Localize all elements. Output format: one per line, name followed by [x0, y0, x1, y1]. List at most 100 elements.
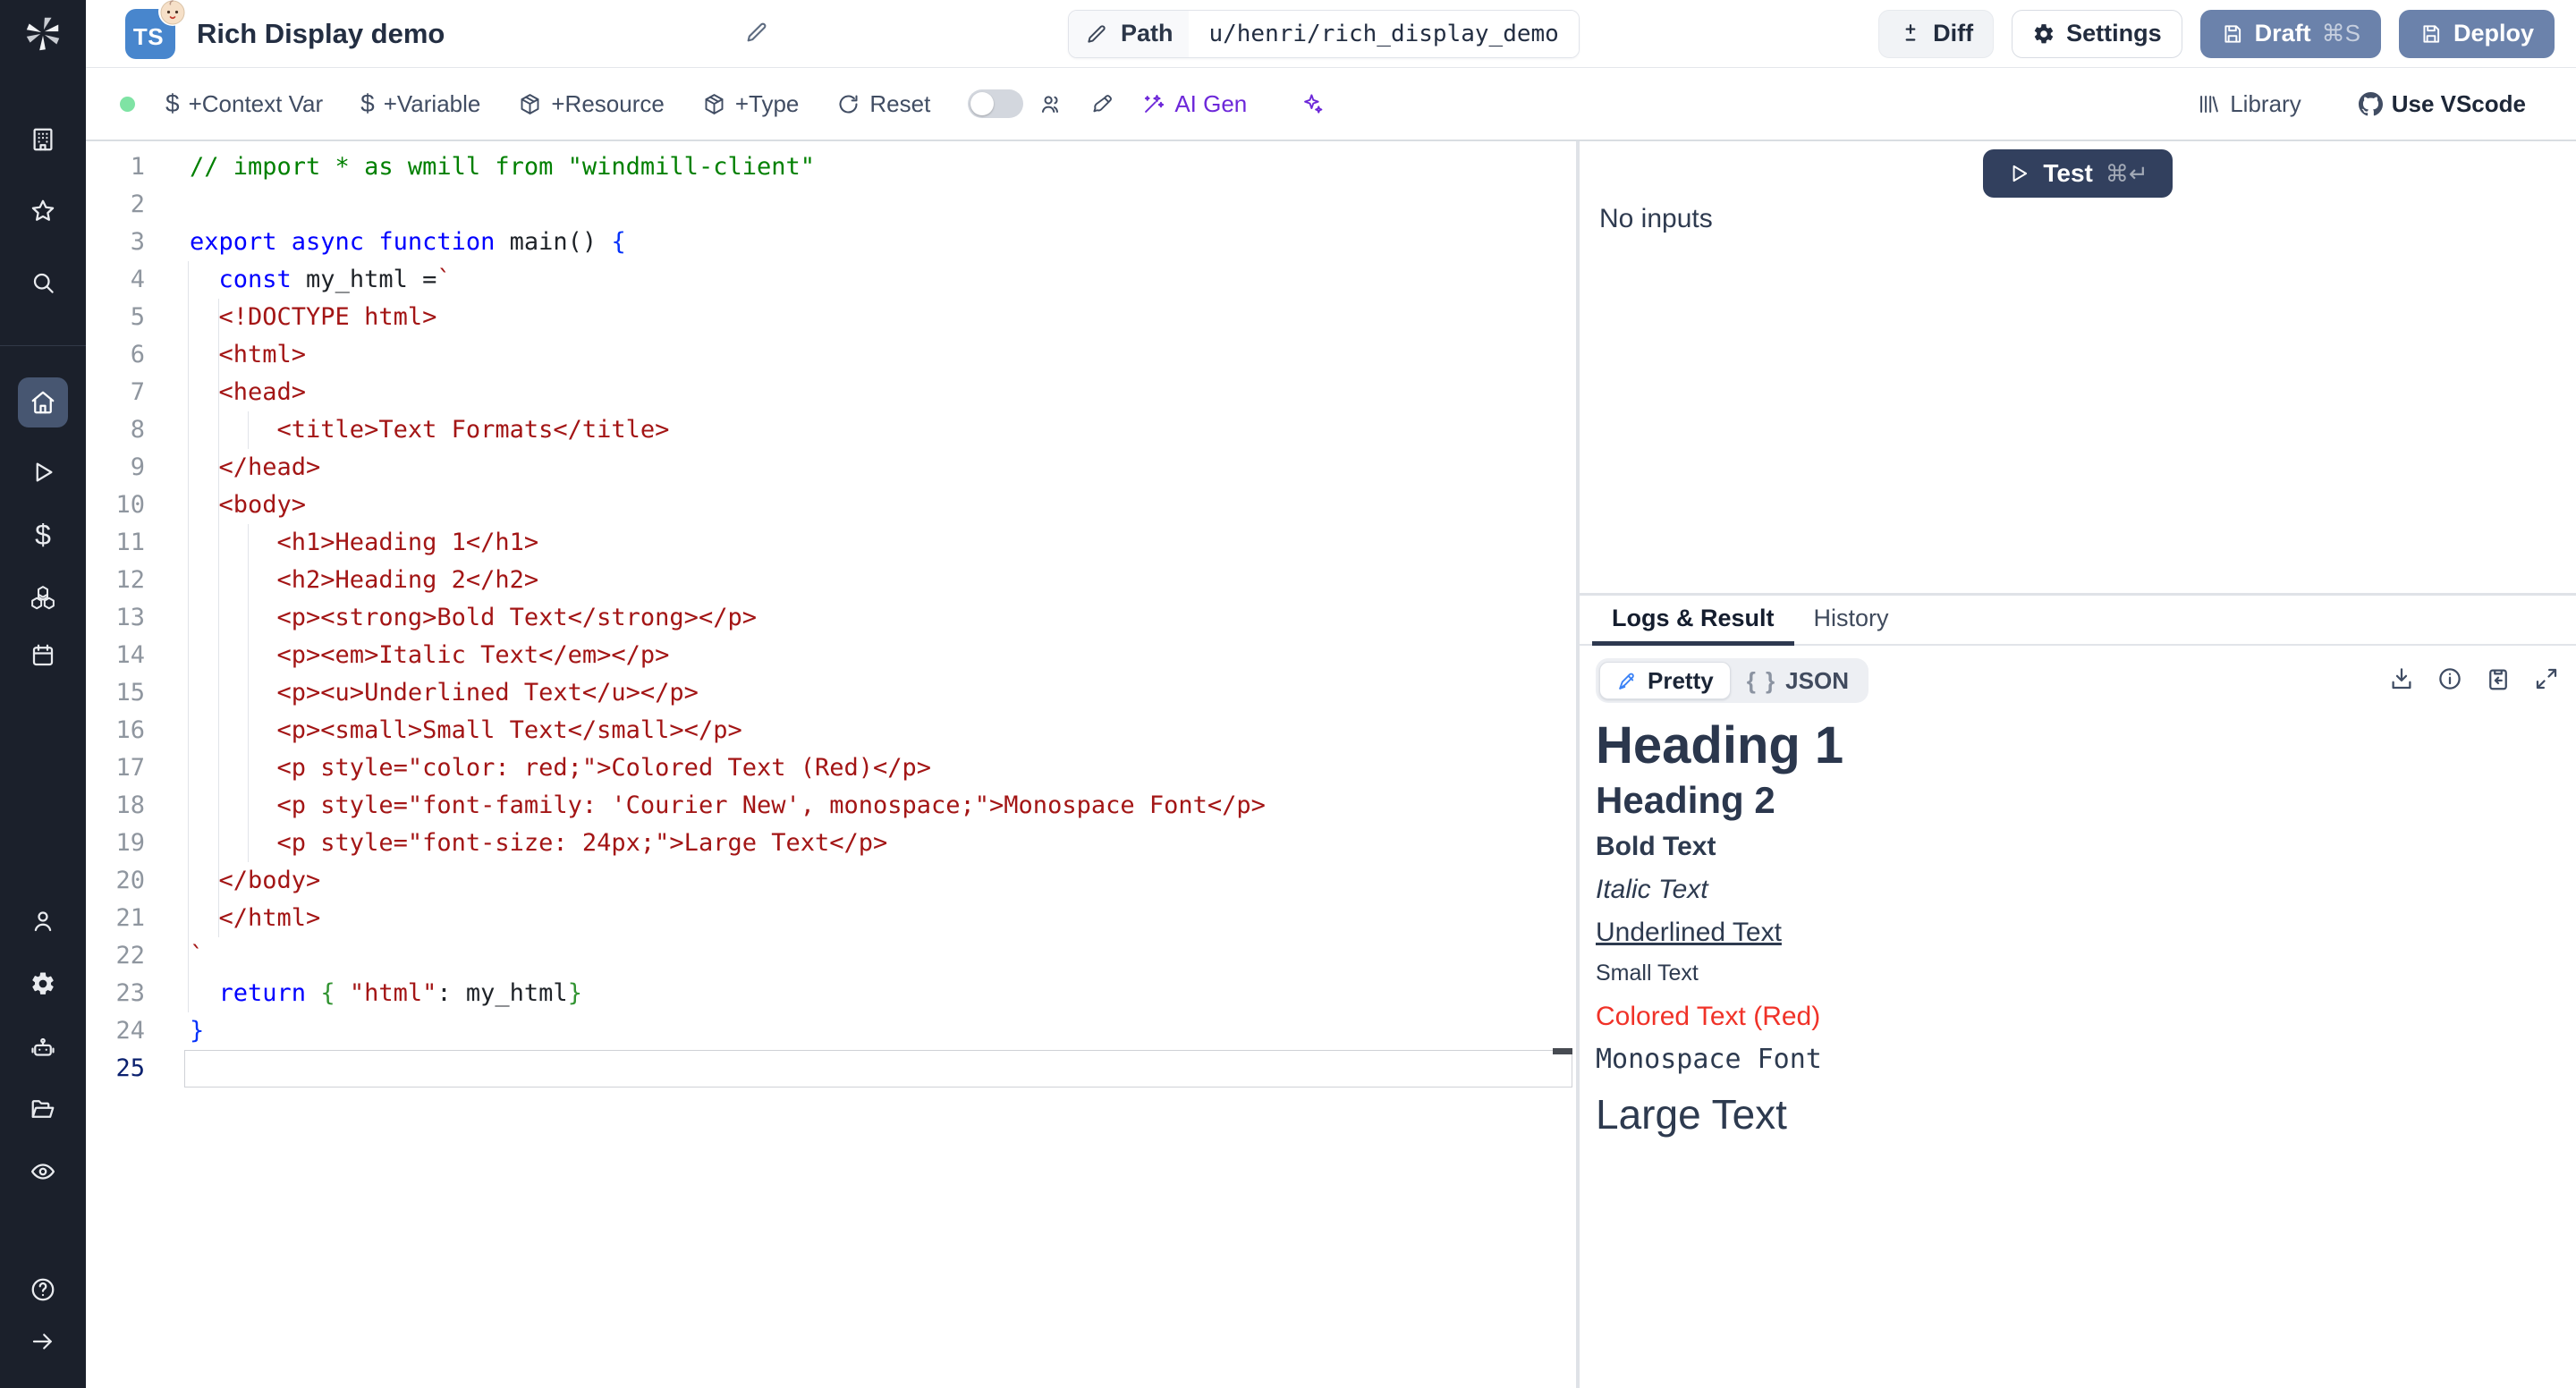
line-number: 12	[86, 562, 145, 599]
sidebar-item-audit-logs[interactable]	[21, 1150, 64, 1193]
line-number: 10	[86, 487, 145, 524]
user-icon	[30, 908, 56, 935]
windmill-logo[interactable]	[0, 0, 86, 68]
code-lines: // import * as wmill from "windmill-clie…	[86, 148, 1553, 1088]
json-view-button[interactable]: { } JSON	[1731, 662, 1865, 699]
package-icon	[518, 92, 542, 116]
sidebar-item-runs[interactable]	[21, 451, 64, 494]
code-token: "html"	[350, 979, 437, 1007]
line-number: 16	[86, 712, 145, 749]
tab-history[interactable]: History	[1794, 596, 1909, 646]
code-line[interactable]: const my_html =`	[86, 261, 1553, 299]
code-token: <title>Text Formats</title>	[190, 416, 669, 444]
draft-button[interactable]: Draft ⌘S	[2200, 10, 2381, 58]
code-line[interactable]: `	[86, 937, 1553, 975]
code-editor[interactable]: 1234567891011121314151617181920212223242…	[86, 141, 1576, 1388]
code-line[interactable]: <p><u>Underlined Text</u></p>	[86, 674, 1553, 712]
sidebar-item-workspace[interactable]	[21, 118, 64, 161]
library-button[interactable]: Library	[2197, 90, 2301, 118]
content-row: 1234567891011121314151617181920212223242…	[86, 141, 2576, 1388]
code-line[interactable]: <p><strong>Bold Text</strong></p>	[86, 599, 1553, 637]
result-info-button[interactable]	[2436, 665, 2463, 695]
multiplayer-button[interactable]	[1039, 92, 1063, 116]
copy-result-button[interactable]	[2485, 665, 2512, 695]
overview-ruler-cursor-mark	[1553, 1048, 1572, 1054]
use-vscode-button[interactable]: Use VScode	[2359, 90, 2526, 118]
code-line[interactable]: <html>	[86, 336, 1553, 374]
code-line[interactable]: // import * as wmill from "windmill-clie…	[86, 148, 1553, 186]
diff-label: Diff	[1933, 20, 1973, 47]
edit-summary-button[interactable]	[744, 20, 769, 47]
code-line[interactable]: <h1>Heading 1</h1>	[86, 524, 1553, 562]
result-actions	[2388, 665, 2560, 695]
expand-result-button[interactable]	[2533, 665, 2560, 695]
result-line-small: Small Text	[1596, 961, 2560, 986]
sidebar-item-search[interactable]	[21, 261, 64, 304]
building-icon	[30, 126, 56, 153]
reset-button[interactable]: Reset	[836, 90, 930, 118]
sidebar-item-schedules[interactable]	[21, 634, 64, 677]
library-label: Library	[2230, 90, 2301, 118]
code-line[interactable]: export async function main() {	[86, 224, 1553, 261]
code-line[interactable]: </head>	[86, 449, 1553, 487]
pretty-view-button[interactable]: Pretty	[1599, 662, 1731, 699]
dollar-icon: $	[165, 89, 180, 118]
sidebar-item-users[interactable]	[21, 900, 64, 943]
code-line[interactable]: <head>	[86, 374, 1553, 411]
ai-sparkles-button[interactable]	[1301, 92, 1325, 116]
settings-button[interactable]: Settings	[2012, 10, 2182, 58]
download-icon	[2388, 665, 2415, 692]
add-type-button[interactable]: +Type	[702, 90, 800, 118]
code-line[interactable]: <title>Text Formats</title>	[86, 411, 1553, 449]
test-label: Test	[2043, 159, 2093, 188]
code-line[interactable]	[86, 1050, 1553, 1088]
add-variable-button[interactable]: $ +Variable	[360, 89, 480, 118]
ai-gen-button[interactable]: AI Gen	[1141, 90, 1247, 118]
eye-icon	[30, 1158, 56, 1185]
results-pane: Logs & Result History Pretty	[1580, 596, 2576, 1388]
code-line[interactable]: <body>	[86, 487, 1553, 524]
code-line[interactable]: <p style="font-family: 'Courier New', mo…	[86, 787, 1553, 825]
format-code-button[interactable]	[1090, 92, 1114, 116]
code-line[interactable]: <!DOCTYPE html>	[86, 299, 1553, 336]
code-line[interactable]: return { "html": my_html}	[86, 975, 1553, 1012]
code-line[interactable]: }	[86, 1012, 1553, 1050]
sidebar-item-variables[interactable]: $	[21, 513, 64, 556]
download-result-button[interactable]	[2388, 665, 2415, 695]
sidebar-item-resources[interactable]	[21, 576, 64, 619]
sidebar-item-workers[interactable]	[21, 1027, 64, 1070]
deploy-button[interactable]: Deploy	[2399, 10, 2555, 58]
add-resource-button[interactable]: +Resource	[518, 90, 664, 118]
sidebar-item-favorites[interactable]	[21, 190, 64, 233]
tab-logs-result[interactable]: Logs & Result	[1592, 596, 1794, 646]
add-context-var-button[interactable]: $ +Context Var	[165, 89, 323, 118]
diff-mode-toggle[interactable]	[968, 89, 1023, 118]
toolbar-right: Library Use VScode	[2197, 90, 2576, 118]
code-line[interactable]: <p style="color: red;">Colored Text (Red…	[86, 749, 1553, 787]
library-icon	[2197, 92, 2221, 116]
sidebar-item-home[interactable]	[18, 377, 68, 427]
result-tabs: Logs & Result History	[1580, 596, 2576, 646]
result-line-h2: Heading 2	[1596, 778, 2560, 823]
sidebar-item-help[interactable]	[21, 1268, 64, 1311]
reset-icon	[836, 92, 860, 116]
sidebar-item-settings[interactable]	[21, 962, 64, 1005]
code-token: const	[190, 266, 292, 293]
code-line[interactable]: </body>	[86, 862, 1553, 900]
sidebar-collapse-button[interactable]	[21, 1320, 64, 1363]
script-path-control[interactable]: Path u/henri/rich_display_demo	[1068, 10, 1580, 58]
code-token: main	[510, 228, 568, 256]
code-token: <head>	[190, 378, 306, 406]
code-line[interactable]: <p><small>Small Text</small></p>	[86, 712, 1553, 749]
code-line[interactable]	[86, 186, 1553, 224]
result-body: Pretty { } JSON	[1580, 646, 2576, 1388]
diff-button[interactable]: Diff	[1878, 10, 1994, 58]
code-line[interactable]: <h2>Heading 2</h2>	[86, 562, 1553, 599]
code-line[interactable]: <p style="font-size: 24px;">Large Text</…	[86, 825, 1553, 862]
code-token: {	[611, 228, 625, 256]
test-button[interactable]: Test ⌘↵	[1983, 149, 2173, 198]
code-line[interactable]: </html>	[86, 900, 1553, 937]
users-icon	[1039, 92, 1063, 116]
sidebar-item-folders[interactable]	[21, 1088, 64, 1130]
code-line[interactable]: <p><em>Italic Text</em></p>	[86, 637, 1553, 674]
